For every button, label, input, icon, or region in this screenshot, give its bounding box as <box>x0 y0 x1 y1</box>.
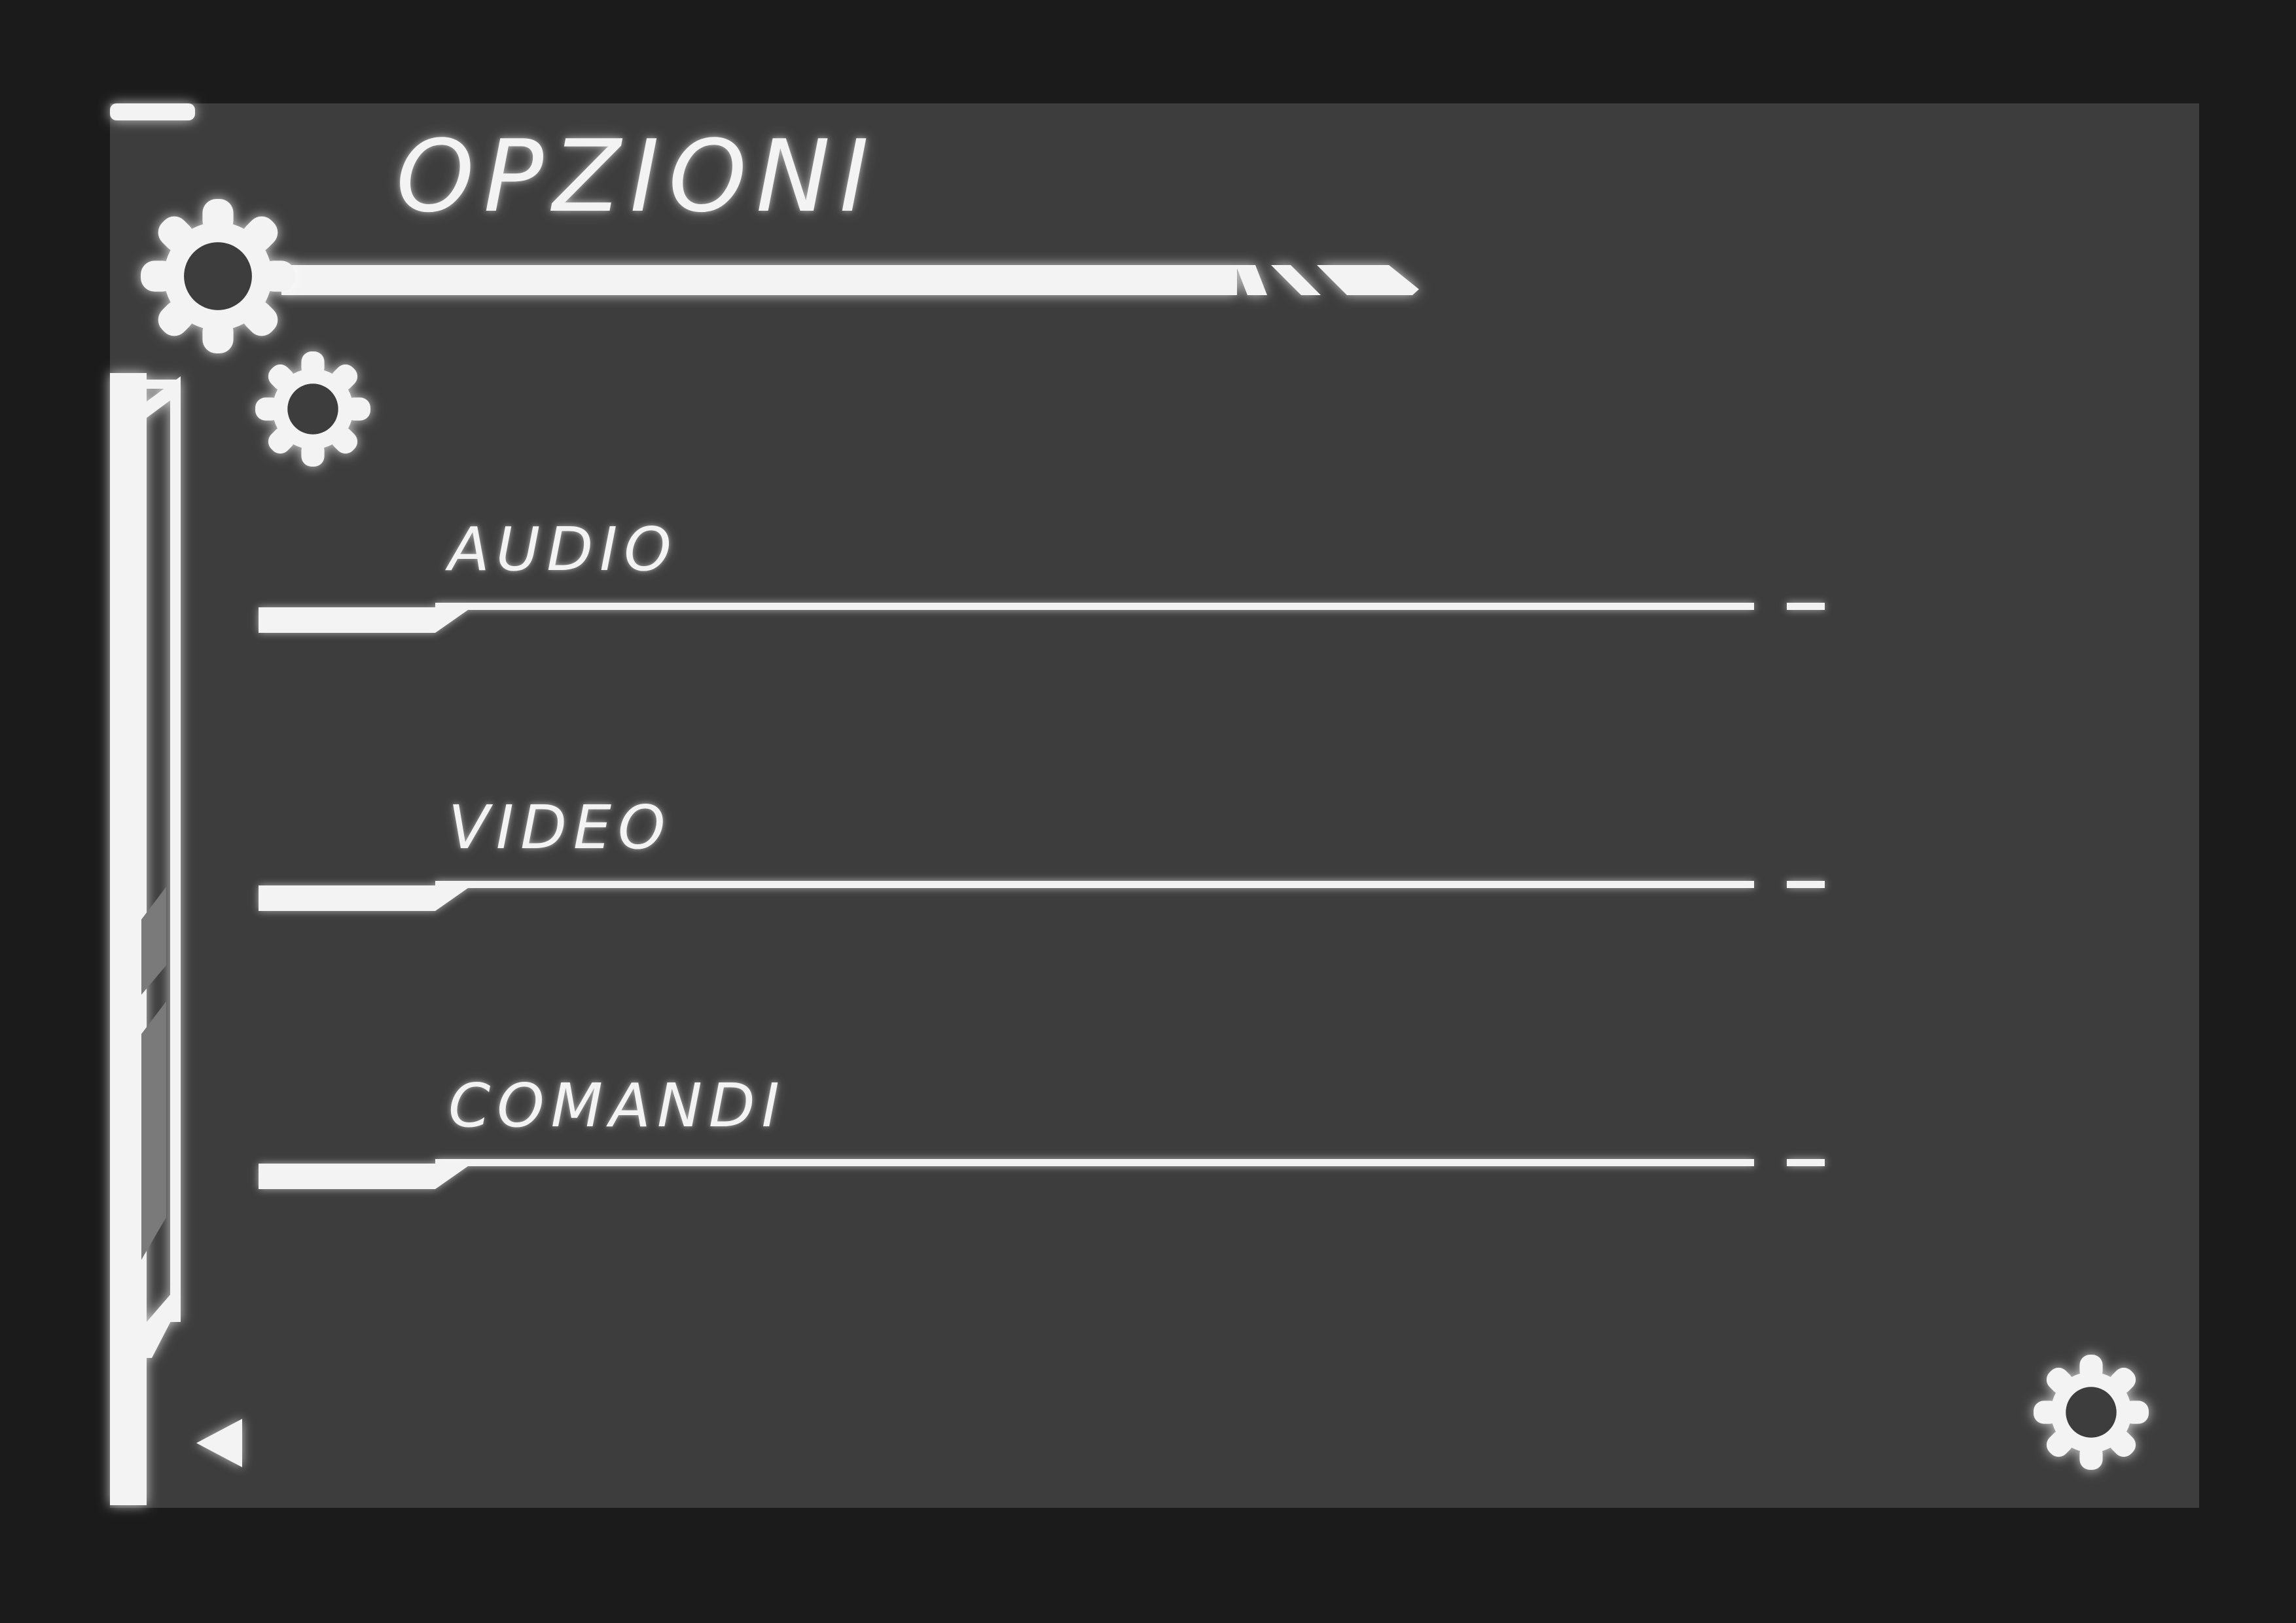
menu-item-label: VIDEO <box>448 793 672 863</box>
gear-icon <box>2034 1355 2149 1470</box>
back-button[interactable] <box>190 1407 262 1479</box>
gear-icon <box>141 199 295 353</box>
menu-item-underline <box>259 603 1825 633</box>
menu-item-label: AUDIO <box>448 514 678 584</box>
options-screen: { "screen": { "title": "OPZIONI" }, "men… <box>0 0 2296 1623</box>
gear-icon <box>255 351 370 467</box>
menu-item-label: COMANDI <box>448 1071 786 1141</box>
page-title: OPZIONI <box>396 118 878 234</box>
menu-item-audio[interactable]: AUDIO <box>259 497 1836 633</box>
menu-item-comandi[interactable]: COMANDI <box>259 1054 1836 1189</box>
frame-slits <box>141 887 166 1260</box>
menu-item-video[interactable]: VIDEO <box>259 776 1836 911</box>
menu-item-underline <box>259 1159 1825 1189</box>
menu-item-underline <box>259 881 1825 911</box>
back-arrow-icon <box>196 1419 242 1467</box>
